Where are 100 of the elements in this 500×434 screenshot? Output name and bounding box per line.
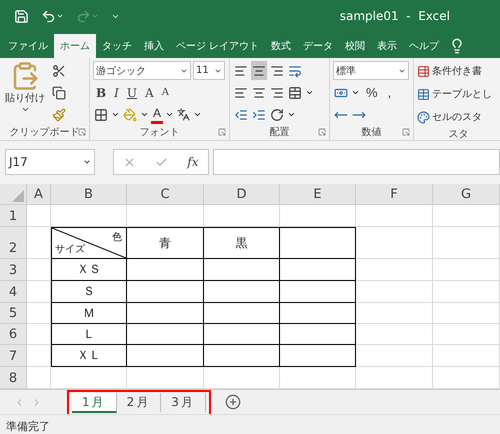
caret-icon[interactable]: [287, 110, 296, 119]
sheet-tab[interactable]: 3月: [161, 393, 206, 413]
group-label: フォント: [140, 126, 180, 139]
launcher-icon[interactable]: [402, 128, 410, 136]
table-cell: [27, 324, 51, 345]
comma-button[interactable]: ,: [384, 83, 396, 102]
triangle-icon: [12, 190, 24, 202]
caret-icon[interactable]: [165, 110, 174, 119]
font-color-button[interactable]: A: [151, 105, 164, 124]
number-format-field[interactable]: 標準: [333, 61, 409, 80]
table-cell: [433, 303, 500, 324]
column-header[interactable]: B: [51, 184, 127, 205]
merge-icon: [288, 86, 302, 100]
copy-icon: [52, 86, 66, 100]
name-box[interactable]: J17: [5, 149, 95, 175]
caret-icon[interactable]: [305, 88, 314, 97]
percent-button[interactable]: %: [362, 83, 382, 102]
formula-input[interactable]: [213, 149, 500, 175]
group-label: スタ: [448, 128, 468, 141]
table-icon: [417, 88, 430, 100]
row-header[interactable]: 6: [0, 324, 27, 345]
table-cell: [27, 227, 51, 259]
ribbon-tab[interactable]: タッチ: [96, 34, 138, 58]
ribbon-tab[interactable]: ページ レイアウト: [170, 34, 266, 58]
align-middle-icon: [252, 64, 266, 78]
font-name-field[interactable]: 游ゴシック: [93, 61, 191, 80]
column-header[interactable]: E: [280, 184, 356, 205]
style-button[interactable]: テーブルとし: [417, 84, 500, 104]
column-header[interactable]: D: [204, 184, 280, 205]
table-cell: ＸＳ: [51, 259, 127, 281]
grid-icon: [94, 108, 108, 122]
ribbon-tab[interactable]: 校閲: [339, 34, 372, 58]
row-header[interactable]: 8: [0, 367, 27, 389]
row-header[interactable]: 3: [0, 259, 27, 281]
table-cell: Ｌ: [51, 324, 127, 345]
paint-bucket-icon: [123, 108, 137, 122]
cell-text: サイズ: [55, 243, 85, 256]
caret-icon[interactable]: [83, 158, 91, 166]
row-header[interactable]: 2: [0, 227, 27, 259]
paste-button[interactable]: 貼り付け: [3, 61, 47, 124]
table-cell: [433, 227, 500, 259]
caret-icon[interactable]: [20, 105, 30, 114]
add-sheet-icon: [224, 394, 241, 410]
caret-icon[interactable]: [140, 110, 149, 119]
row-header[interactable]: 7: [0, 345, 27, 367]
table-cell: [433, 324, 500, 345]
row-header[interactable]: 5: [0, 303, 27, 324]
column-header[interactable]: G: [433, 184, 500, 205]
redo-icon: [76, 8, 91, 24]
font-size-field[interactable]: 11: [193, 61, 225, 80]
underline-button[interactable]: U: [124, 83, 140, 102]
caret-icon[interactable]: [111, 110, 120, 119]
launcher-icon[interactable]: [318, 128, 326, 136]
table-cell: 青: [127, 227, 204, 259]
bold-button[interactable]: B: [93, 83, 110, 102]
table-cell: [27, 303, 51, 324]
launcher-icon[interactable]: [218, 128, 226, 136]
column-header[interactable]: C: [127, 184, 204, 205]
ribbon-tab[interactable]: ファイル: [2, 34, 54, 58]
ribbon-tab[interactable]: 挿入: [138, 34, 170, 58]
shrink-button[interactable]: A: [158, 83, 172, 102]
row-header[interactable]: 1: [0, 205, 27, 227]
group-label: 数値: [362, 126, 382, 139]
align-center-icon: [252, 86, 266, 100]
align-bottom-icon: [270, 64, 284, 78]
ribbon-tab[interactable]: ホーム: [54, 34, 96, 58]
ribbon-tab[interactable]: データ: [297, 34, 340, 58]
insert-function-button[interactable]: fx: [187, 155, 199, 169]
sheet-tab[interactable]: 2月: [116, 393, 162, 413]
wrap-text-icon: [288, 64, 302, 78]
caret-icon[interactable]: [193, 110, 202, 119]
indent-decrease-icon: [234, 108, 248, 122]
launcher-icon[interactable]: [78, 128, 86, 136]
group-label: 配置: [270, 126, 290, 139]
table-cell: [433, 345, 500, 367]
row-header[interactable]: 4: [0, 281, 27, 303]
vertical-align-button[interactable]: [251, 61, 267, 80]
scissors-icon: [52, 64, 66, 78]
ribbon-tab[interactable]: ヘルプ: [403, 34, 446, 58]
caret-icon[interactable]: [351, 88, 360, 97]
table-cell: [27, 281, 51, 303]
style-button[interactable]: 条件付き書: [417, 61, 500, 81]
ribbon-tab[interactable]: 数式: [265, 34, 298, 58]
indent-increase-icon: [252, 108, 266, 122]
table-icon: [417, 64, 430, 78]
style-button[interactable]: セルのスタ: [417, 107, 500, 127]
ribbon-tab[interactable]: 表示: [371, 34, 404, 58]
column-header[interactable]: A: [27, 184, 51, 205]
paintbrush-icon: [52, 108, 66, 122]
column-header[interactable]: F: [356, 184, 433, 205]
italic-button[interactable]: I: [111, 83, 122, 102]
sheet-tab[interactable]: 1月: [72, 393, 117, 413]
table-cell: [433, 281, 500, 303]
table-cell: [27, 259, 51, 281]
align-top-icon: [234, 64, 248, 78]
save-icon: [14, 8, 29, 24]
table-cell: [433, 259, 500, 281]
grow-button[interactable]: A: [142, 83, 157, 102]
align-left-icon: [234, 86, 248, 100]
add-sheet-button[interactable]: [224, 394, 241, 410]
